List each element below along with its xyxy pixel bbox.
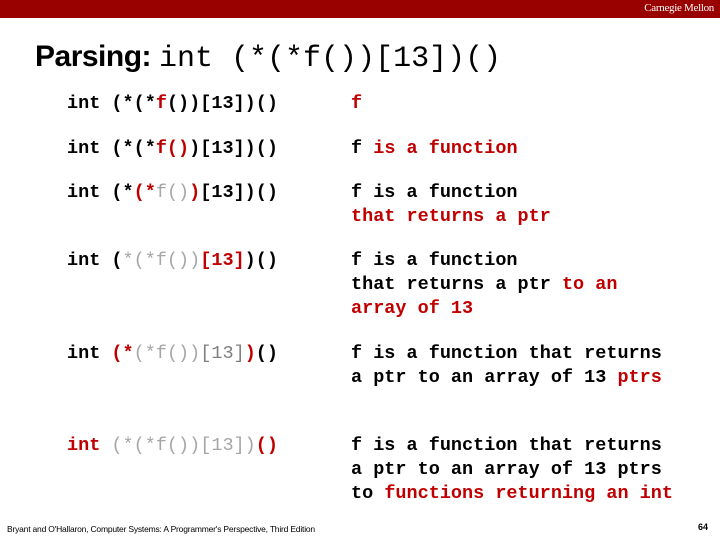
header-bar: Carnegie Mellon <box>0 0 720 18</box>
text-segment: to an <box>561 274 618 295</box>
row-6-desc: f is a function that returns a ptr to an … <box>351 434 673 506</box>
desc-line: array of 13 <box>351 297 617 321</box>
text-segment: f is a function that returns <box>351 435 662 456</box>
text-segment: (* <box>111 343 134 364</box>
desc-line: that returns a ptr <box>351 205 551 229</box>
text-segment: (*(*f())[13]) <box>111 435 256 456</box>
text-segment: that returns a ptr <box>351 274 562 295</box>
text-segment: int (*(* <box>67 93 156 114</box>
footer-citation: Bryant and O'Hallaron, Computer Systems:… <box>7 524 315 534</box>
text-segment: functions returning an int <box>384 483 673 504</box>
text-segment: f <box>351 138 374 159</box>
text-segment: f is a function <box>351 182 518 203</box>
text-segment: a ptr to an array of 13 ptrs <box>351 459 662 480</box>
desc-line: f is a function that returns <box>351 434 673 458</box>
text-segment: that returns a ptr <box>351 206 551 227</box>
text-segment: ())[13])() <box>166 93 278 114</box>
text-segment: f() <box>155 138 190 159</box>
desc-line: a ptr to an array of 13 ptrs <box>351 366 662 390</box>
text-segment: f <box>155 93 167 114</box>
row-3-desc: f is a function that returns a ptr <box>351 181 551 229</box>
desc-line: f is a function that returns <box>351 342 662 366</box>
text-segment: f <box>351 93 363 114</box>
row-6-code: int (*(*f())[13])() <box>67 434 278 458</box>
text-segment: f() <box>155 182 190 203</box>
text-segment: f is a function that returns <box>351 343 662 364</box>
row-4-code: int (*(*f())[13])() <box>67 249 278 273</box>
row-2-desc: f is a function <box>351 137 518 161</box>
row-1-code: int (*(*f())[13])() <box>67 92 278 116</box>
desc-line: to functions returning an int <box>351 482 673 506</box>
text-segment: (*f()) <box>133 343 201 364</box>
title-label: Parsing: <box>35 40 152 73</box>
row-1-desc: f <box>351 92 362 116</box>
desc-line: f is a function <box>351 181 551 205</box>
text-segment: ) <box>244 343 256 364</box>
text-segment: int (*(* <box>67 138 156 159</box>
text-segment <box>100 435 111 456</box>
text-segment: () <box>255 343 279 364</box>
desc-line: that returns a ptr to an <box>351 273 617 297</box>
text-segment: array of 13 <box>351 298 474 319</box>
text-segment: (* <box>133 182 156 203</box>
text-segment: )() <box>244 250 278 271</box>
brand-label: Carnegie Mellon <box>644 2 714 14</box>
text-segment: () <box>255 435 278 456</box>
text-segment: int <box>67 343 112 364</box>
title-code: int (*(*f())[13])() <box>159 42 502 76</box>
row-5-desc: f is a function that returns a ptr to an … <box>351 342 662 390</box>
page-number: 64 <box>697 522 708 532</box>
desc-line: f is a function <box>351 137 518 161</box>
text-segment: [13] <box>200 250 245 271</box>
row-4-desc: f is a function that returns a ptr to an a… <box>351 249 617 321</box>
text-segment: a ptr to an array of 13 <box>351 367 618 388</box>
text-segment: is a function <box>373 138 518 159</box>
text-segment: *(*f()) <box>122 250 201 271</box>
desc-line: f <box>351 92 362 116</box>
slide-title: Parsing: int (*(*f())[13])() <box>35 40 501 76</box>
text-segment: f is a function <box>351 250 518 271</box>
text-segment: ptrs <box>617 367 662 388</box>
desc-line: a ptr to an array of 13 ptrs <box>351 458 673 482</box>
text-segment: int ( <box>67 250 123 271</box>
row-2-code: int (*(*f())[13])() <box>67 137 278 161</box>
row-5-code: int (*(*f())[13])() <box>67 342 278 366</box>
row-3-code: int (*(*f())[13])() <box>67 181 278 205</box>
text-segment: [13])() <box>200 182 278 203</box>
text-segment: ) <box>189 182 201 203</box>
text-segment: [13] <box>200 343 245 364</box>
text-segment: int (* <box>67 182 134 203</box>
text-segment: to <box>351 483 385 504</box>
desc-line: f is a function <box>351 249 617 273</box>
text-segment: )[13])() <box>189 138 278 159</box>
text-segment: int <box>67 435 101 456</box>
